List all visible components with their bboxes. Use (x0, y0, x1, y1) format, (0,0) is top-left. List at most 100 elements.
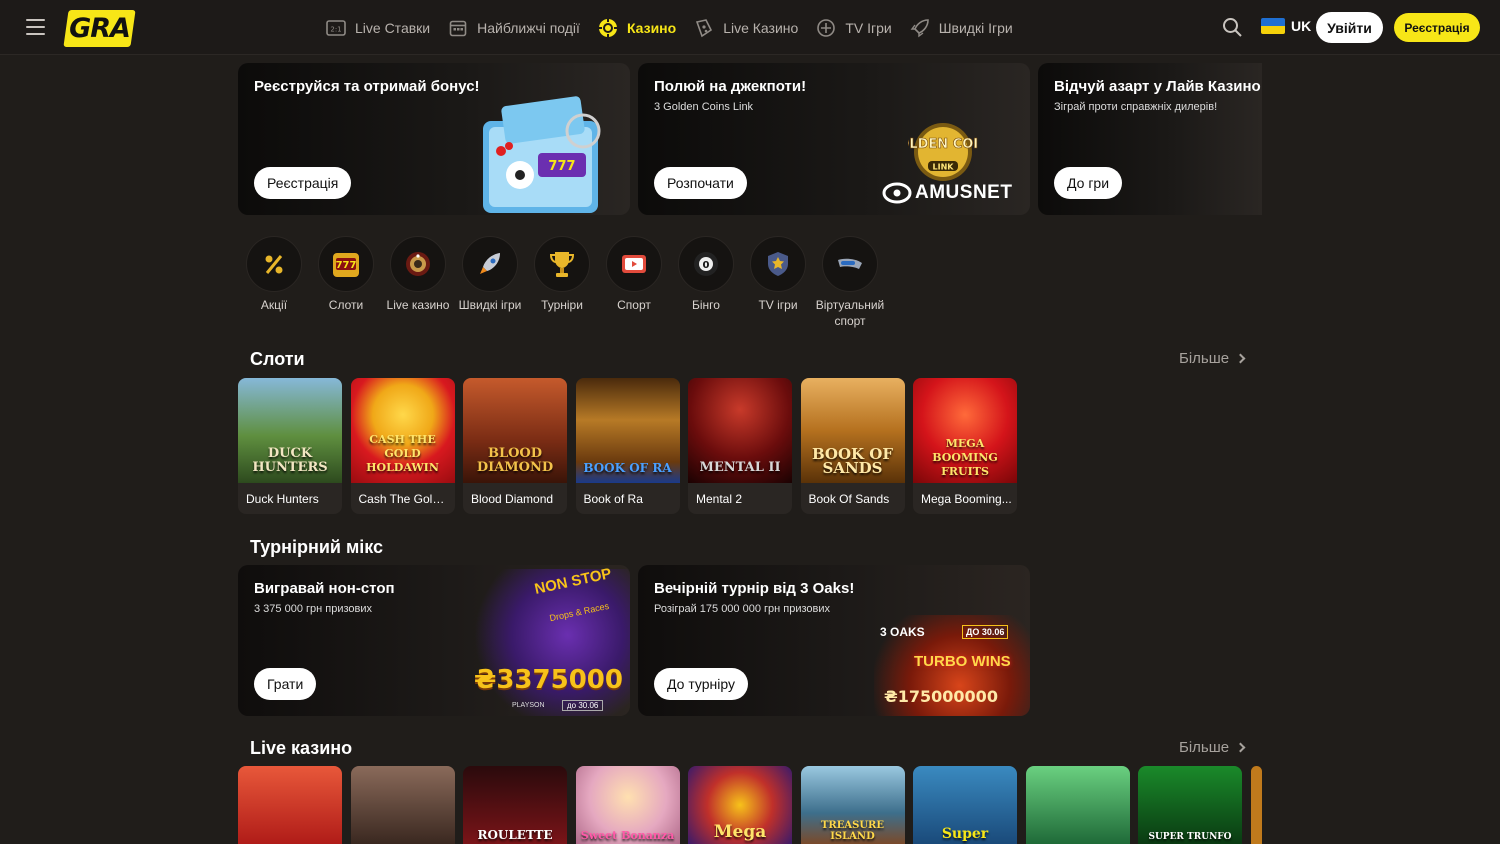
live-game-card[interactable] (350, 766, 455, 844)
promo-play-button[interactable]: До гри (1054, 167, 1123, 199)
ukraine-flag-icon (1261, 18, 1285, 34)
game-art-text: Sweet Bonanza (580, 829, 675, 842)
nav-label: TV Ігри (845, 19, 892, 36)
nav-item-upcoming[interactable]: Найближчі події (448, 18, 580, 38)
nav-item-fast-games[interactable]: Швидкі Ігри (910, 18, 1013, 38)
promo-title: Відчуй азарт у Лайв Казино (1054, 78, 1261, 95)
tournaments-section-title: Турнірний мікс (250, 537, 384, 557)
rocket-icon (910, 18, 930, 38)
golden-coins-link-text: LINK (933, 163, 955, 172)
game-art-text: BLOOD DIAMOND (476, 446, 554, 475)
ice-chest-art: 777 (463, 91, 613, 215)
drops-races-art-text: Drops & Races (549, 600, 611, 624)
slots-game-row: DUCK HUNTERS Duck Hunters CASH THE GOLD … (238, 378, 1026, 514)
promo-title: Реєструйся та отримай бонус! (254, 78, 480, 95)
tournament-play-button[interactable]: Грати (254, 668, 317, 700)
live-game-card[interactable]: TREASURE ISLAND (800, 766, 905, 844)
tournament-card-3oaks[interactable]: 3 OAKS ДО 30.06 TURBO WINS ₴175000000 Ве… (638, 565, 1030, 716)
live-casino-icon (694, 18, 714, 38)
chevron-right-icon (1235, 742, 1246, 753)
golden-coins-text: GOLDEN COINS (908, 137, 978, 152)
menu-burger-icon[interactable] (26, 19, 45, 35)
live-game-card[interactable]: SUPER TRUNFO (1138, 766, 1242, 844)
category-sport[interactable]: Спорт (598, 236, 670, 329)
game-card-book-of-sands[interactable]: BOOK OF SANDS Book Of Sands (800, 378, 905, 514)
turbo-wins-art-text: TURBO WINS (914, 653, 1011, 670)
virtual-sport-icon (822, 236, 878, 292)
category-label: Live казино (386, 298, 450, 312)
game-art-text: Mega (713, 822, 767, 842)
register-button[interactable]: Реєстрація (1394, 13, 1480, 42)
live-game-card[interactable] (1025, 766, 1130, 844)
promo-start-button[interactable]: Розпочати (654, 167, 747, 199)
category-label: Швидкі ігри (458, 298, 522, 312)
game-card-cash-the-gold[interactable]: CASH THE GOLD HOLDAWIN Cash The Gold ... (350, 378, 455, 514)
golden-coins-logo: GOLDEN COINS LINK (887, 121, 999, 183)
live-game-card[interactable]: Super (913, 766, 1017, 844)
prize-art-text: ₴175000000 (884, 687, 998, 706)
game-name: Book Of Sands (808, 492, 890, 506)
tournament-join-button[interactable]: До турніру (654, 668, 748, 700)
category-promotions[interactable]: Акції (238, 236, 310, 329)
slot-machine-icon: 777 (318, 236, 374, 292)
game-art-text: TREASURE ISLAND (820, 820, 884, 842)
amusnet-logo: AMUSNET (882, 182, 1012, 204)
nav-item-casino[interactable]: Казино (598, 18, 676, 38)
tournament-card-non-stop[interactable]: NON STOP Drops & Races ₴3375000 PLAYSON … (238, 565, 630, 716)
category-label: Бінго (692, 298, 720, 312)
live-game-card[interactable]: Mega (688, 766, 792, 844)
category-fast-games[interactable]: Швидкі ігри (454, 236, 526, 329)
slots-more-link[interactable]: Більше (1179, 350, 1246, 367)
search-icon[interactable] (1222, 17, 1243, 38)
category-slots[interactable]: 777 Слоти (310, 236, 382, 329)
category-label: Віртуальний спорт (815, 298, 885, 328)
live-game-card[interactable]: Sweet Bonanza (575, 766, 680, 844)
nav-label: Казино (626, 19, 677, 36)
trophy-icon (534, 236, 590, 292)
category-virtual-sport[interactable]: Віртуальний спорт (814, 236, 886, 329)
logo-text: GRA (69, 13, 130, 44)
tournament-title: Вигравай нон-стоп (254, 580, 395, 597)
live-game-card[interactable] (238, 766, 342, 844)
game-thumbnail: DUCK HUNTERS (238, 378, 342, 483)
site-logo[interactable]: GRA (63, 10, 136, 47)
game-art-text: BOOK OF RA (583, 461, 672, 475)
svg-text:777: 777 (548, 159, 575, 174)
live-game-card[interactable]: ROULETTE (463, 766, 567, 844)
game-thumbnail: CASH THE GOLD HOLDAWIN (350, 378, 455, 483)
game-card-mega-booming[interactable]: MEGA BOOMING FRUITS Mega Booming... (913, 378, 1017, 514)
category-label: TV ігри (758, 298, 798, 312)
category-row: Акції 777 Слоти Live казино Швидкі ігри … (238, 236, 886, 329)
tournament-subtitle: Розіграй 175 000 000 грн призових (654, 603, 831, 615)
nav-item-live-bets[interactable]: 2:1 Live Ставки (326, 18, 430, 38)
category-tv-games[interactable]: TV ігри (742, 236, 814, 329)
svg-text:2:1: 2:1 (330, 25, 341, 33)
language-switcher[interactable]: UK (1261, 18, 1311, 34)
game-card-mental-2[interactable]: MENTAL II Mental 2 (688, 378, 792, 514)
promo-banner-live-casino[interactable]: Відчуй азарт у Лайв Казино Зіграй проти … (1038, 63, 1262, 215)
rocket-icon (462, 236, 518, 292)
nav-item-live-casino[interactable]: Live Казино (694, 18, 798, 38)
bingo-ball-icon: 0 (678, 236, 734, 292)
promo-register-button[interactable]: Реєстрація (254, 167, 352, 199)
category-bingo[interactable]: 0 Бінго (670, 236, 742, 329)
promo-title: Полюй на джекпоти! (654, 78, 807, 95)
roulette-icon (390, 236, 446, 292)
game-card-book-of-ra[interactable]: BOOK OF RA Book of Ra (575, 378, 680, 514)
game-card-duck-hunters[interactable]: DUCK HUNTERS Duck Hunters (238, 378, 342, 514)
category-tournaments[interactable]: Турніри (526, 236, 598, 329)
promo-banner-bonus[interactable]: 777 Реєструйся та отримай бонус! Реєстра… (238, 63, 630, 215)
nav-item-tv-games[interactable]: TV Ігри (816, 18, 892, 38)
language-label: UK (1291, 18, 1312, 34)
3oaks-tournament-art: 3 OAKS ДО 30.06 TURBO WINS ₴175000000 (874, 615, 1030, 716)
game-name: Mental 2 (696, 492, 743, 506)
promo-banner-jackpot[interactable]: GOLDEN COINS LINK AMUSNET Полюй на джекп… (638, 63, 1030, 215)
live-game-card[interactable] (1250, 766, 1262, 844)
sport-tv-icon (606, 236, 662, 292)
tv-games-icon (816, 18, 836, 38)
game-card-blood-diamond[interactable]: BLOOD DIAMOND Blood Diamond (463, 378, 567, 514)
login-button[interactable]: Увійти (1316, 12, 1383, 43)
category-live-casino[interactable]: Live казино (382, 236, 454, 329)
live-more-link[interactable]: Більше (1179, 739, 1246, 756)
nav-label: Швидкі Ігри (938, 19, 1013, 36)
